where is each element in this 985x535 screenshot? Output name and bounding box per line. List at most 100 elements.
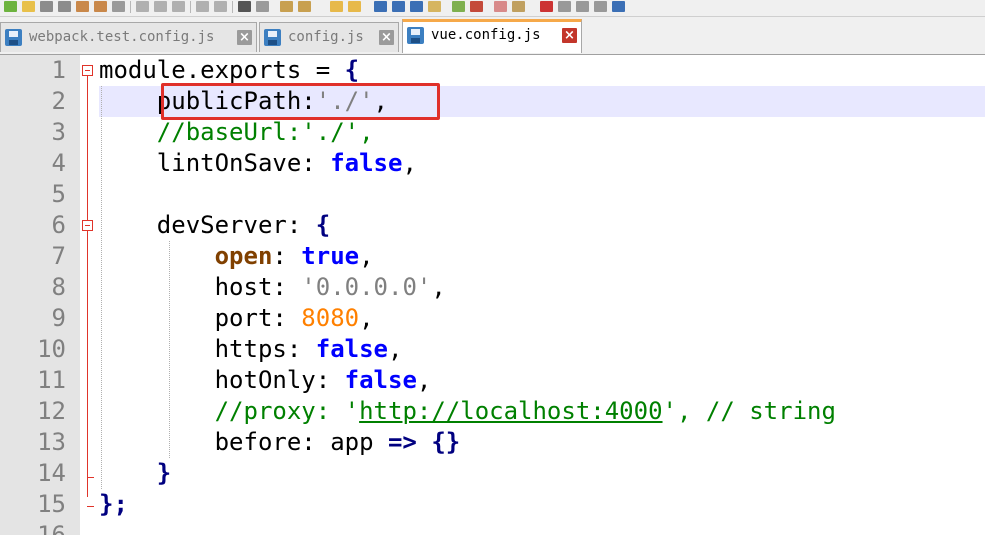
save-icon[interactable]: [40, 1, 53, 12]
file-saved-icon: [264, 29, 281, 46]
code-token: //proxy: ': [99, 397, 360, 425]
code-token: {}: [431, 428, 461, 456]
run-macro-icon[interactable]: [594, 1, 607, 12]
code-token: //baseUrl:'./',: [99, 118, 374, 146]
file-saved-icon: [407, 27, 424, 44]
code-token: ,: [416, 366, 432, 394]
code-editor[interactable]: 1 2 3 4 5 6 7 8 9 10 11 12 13 14 15 16 m…: [0, 55, 985, 535]
code-token: https:: [99, 335, 316, 363]
code-line-4: lintOnSave: false,: [99, 148, 417, 179]
tab-webpack-test-config[interactable]: webpack.test.config.js ×: [0, 22, 257, 52]
toolbar: [0, 0, 985, 17]
line-number: 15: [37, 490, 66, 518]
code-token: ,: [388, 335, 403, 363]
code-token: =>: [387, 428, 417, 456]
tab-label: vue.config.js: [431, 27, 541, 43]
word-wrap-icon[interactable]: [374, 1, 387, 12]
cut-icon[interactable]: [136, 1, 149, 12]
code-line-13: before: app => {}: [99, 427, 461, 458]
code-token: {: [315, 211, 331, 239]
line-number: 10: [37, 335, 66, 363]
code-token: open: [214, 242, 273, 270]
document-map-icon[interactable]: [452, 1, 465, 12]
fold-toggle-icon[interactable]: [82, 65, 93, 76]
new-file-icon[interactable]: [4, 1, 17, 12]
undo-icon[interactable]: [196, 1, 209, 12]
code-line-9: port: 8080,: [99, 303, 374, 334]
code-line-3: //baseUrl:'./',: [99, 117, 374, 148]
code-line-7: open: true,: [99, 241, 374, 272]
code-token: ,: [431, 273, 446, 301]
file-saved-icon: [5, 29, 22, 46]
tab-vue-config[interactable]: vue.config.js ×: [402, 19, 582, 53]
zoom-out-icon[interactable]: [298, 1, 311, 12]
code-token: ,: [359, 304, 374, 332]
copy-icon[interactable]: [154, 1, 167, 12]
line-number: 9: [51, 304, 66, 332]
close-icon[interactable]: [76, 1, 89, 12]
code-token: before: app: [99, 428, 388, 456]
code-token: hotOnly:: [99, 366, 345, 394]
line-number: 11: [37, 366, 66, 394]
record-macro-icon[interactable]: [540, 1, 553, 12]
code-token: false: [344, 366, 417, 394]
line-number: 14: [37, 459, 66, 487]
code-token: 8080: [301, 304, 360, 332]
function-list-icon[interactable]: [470, 1, 483, 12]
tab-label: webpack.test.config.js: [29, 29, 215, 45]
indent-guide-icon[interactable]: [410, 1, 423, 12]
line-number: 12: [37, 397, 66, 425]
toolbar-separator: [190, 1, 191, 13]
code-line-8: host: '0.0.0.0',: [99, 272, 446, 303]
tab-config[interactable]: config.js ×: [259, 22, 399, 52]
fold-end-marker: [87, 477, 94, 478]
tab-label: config.js: [288, 29, 364, 45]
line-number: 7: [51, 242, 66, 270]
folder-workspace-icon[interactable]: [494, 1, 507, 12]
code-token: ', // string: [662, 397, 836, 425]
open-file-icon[interactable]: [22, 1, 35, 12]
user-language-icon[interactable]: [428, 1, 441, 12]
redo-icon[interactable]: [214, 1, 227, 12]
code-token: };: [99, 490, 128, 518]
paste-icon[interactable]: [172, 1, 185, 12]
code-line-15: };: [99, 489, 128, 520]
line-number: 4: [51, 149, 66, 177]
close-all-icon[interactable]: [94, 1, 107, 12]
line-number: 3: [51, 118, 66, 146]
code-link[interactable]: http://localhost:4000: [359, 397, 662, 425]
close-tab-icon[interactable]: ×: [379, 30, 394, 45]
replace-icon[interactable]: [256, 1, 269, 12]
sync-horizontal-icon[interactable]: [348, 1, 361, 12]
code-token: false: [330, 149, 403, 177]
code-token: ,: [359, 242, 374, 270]
code-line-14: }: [99, 458, 171, 489]
code-token: false: [315, 335, 388, 363]
save-macro-icon[interactable]: [612, 1, 625, 12]
line-number: 13: [37, 428, 66, 456]
line-number: 5: [51, 180, 66, 208]
show-all-chars-icon[interactable]: [392, 1, 405, 12]
line-number-gutter: 1 2 3 4 5 6 7 8 9 10 11 12 13 14 15 16: [0, 55, 80, 535]
zoom-in-icon[interactable]: [280, 1, 293, 12]
stop-macro-icon[interactable]: [558, 1, 571, 12]
save-all-icon[interactable]: [58, 1, 71, 12]
play-macro-icon[interactable]: [576, 1, 589, 12]
line-number: 2: [51, 87, 66, 115]
print-icon[interactable]: [112, 1, 125, 12]
fold-end-marker: [87, 506, 94, 507]
code-token: }: [156, 459, 172, 487]
fold-toggle-icon[interactable]: [82, 220, 93, 231]
code-line-11: hotOnly: false,: [99, 365, 432, 396]
close-tab-icon[interactable]: ×: [562, 28, 577, 43]
sync-vertical-icon[interactable]: [330, 1, 343, 12]
line-number: 1: [51, 56, 66, 84]
close-tab-icon[interactable]: ×: [237, 30, 252, 45]
code-token: ,: [402, 149, 417, 177]
find-icon[interactable]: [238, 1, 251, 12]
tab-bar: webpack.test.config.js × config.js × vue…: [0, 17, 985, 55]
monitoring-icon[interactable]: [512, 1, 525, 12]
